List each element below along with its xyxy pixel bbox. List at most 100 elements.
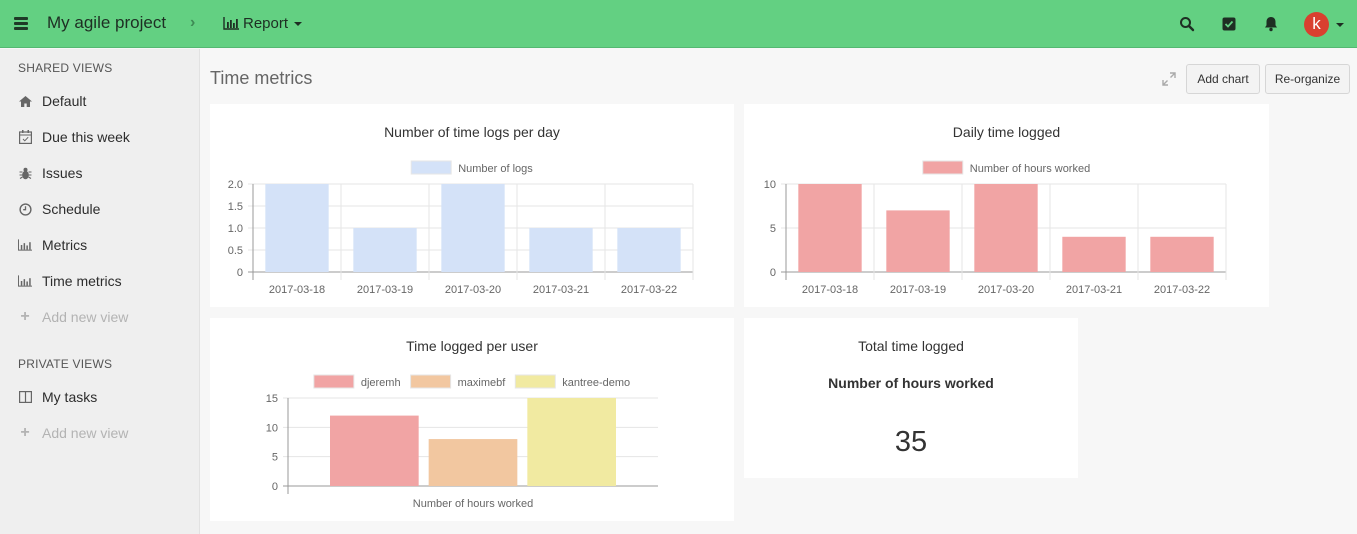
total-title: Total time logged — [858, 338, 964, 354]
legend-label: djeremh — [361, 377, 401, 389]
bell-icon[interactable] — [1261, 14, 1281, 34]
legend-swatch — [922, 160, 964, 175]
sidebar-item-time-metrics[interactable]: Time metrics — [18, 271, 122, 291]
chart-card-daily-time: Daily time logged Number of hours worked… — [744, 104, 1269, 307]
add-private-view-button[interactable]: + Add new view — [18, 423, 128, 443]
x-tick-label: 2017-03-19 — [357, 284, 413, 296]
total-value: 35 — [894, 426, 928, 458]
add-shared-view-button[interactable]: + Add new view — [18, 307, 128, 327]
sidebar-item-issues[interactable]: Issues — [18, 163, 82, 183]
y-tick-label: 0.5 — [228, 245, 243, 257]
chart-card-time-per-user: Time logged per user djeremh maximebf kant… — [210, 318, 734, 521]
bar — [617, 228, 681, 272]
daily-time-chart: Number of hours worked 0 5 10 2017-03-18 2017… — [764, 160, 1227, 296]
legend-label: kantree-demo — [562, 377, 630, 389]
shared-views-header: SHARED VIEWS — [18, 61, 113, 75]
x-tick-label: 2017-03-21 — [533, 284, 589, 296]
home-icon — [18, 94, 32, 108]
caret-down-icon[interactable] — [1336, 23, 1344, 27]
menu-icon[interactable] — [14, 17, 28, 30]
private-views-header: PRIVATE VIEWS — [18, 357, 113, 371]
sidebar-item-default[interactable]: Default — [18, 91, 86, 111]
bar — [265, 184, 329, 272]
bar — [798, 184, 862, 272]
bar — [974, 184, 1038, 272]
x-tick-label: 2017-03-18 — [269, 284, 325, 296]
bar-chart-icon — [223, 17, 239, 30]
x-tick-label: 2017-03-22 — [621, 284, 677, 296]
caret-down-icon — [294, 21, 303, 26]
sidebar-item-metrics[interactable]: Metrics — [18, 235, 87, 255]
breadcrumb-chevron-icon: › — [190, 14, 196, 31]
sidebar-item-my-tasks[interactable]: My tasks — [18, 387, 97, 407]
sidebar-item-due-this-week[interactable]: Due this week — [18, 127, 130, 147]
sidebar-item-label: Metrics — [42, 237, 88, 253]
legend-swatch — [313, 374, 355, 389]
sidebar-item-label: Time metrics — [42, 273, 122, 289]
y-tick-label: 1.0 — [228, 223, 243, 235]
total-label: Number of hours worked — [828, 375, 994, 391]
x-tick-label: 2017-03-20 — [445, 284, 501, 296]
sidebar-item-label: Issues — [42, 165, 83, 181]
time-per-user-chart: djeremh maximebf kantree-demo 0 5 10 15 Number … — [266, 374, 658, 510]
x-tick-label: Number of hours worked — [413, 498, 533, 510]
page-title: Time metrics — [210, 68, 313, 88]
expand-icon[interactable] — [1162, 72, 1176, 86]
search-icon[interactable] — [1177, 14, 1197, 34]
add-view-label: Add new view — [42, 425, 129, 441]
sidebar-item-label: Due this week — [42, 129, 130, 145]
bar — [330, 415, 419, 486]
bar-chart-icon — [18, 274, 32, 288]
y-tick-label: 10 — [266, 422, 278, 434]
bug-icon — [18, 166, 32, 180]
legend-label: maximebf — [458, 377, 507, 389]
y-tick-label: 10 — [764, 179, 776, 191]
sidebar: SHARED VIEWS Default Due this week Issue… — [0, 49, 200, 534]
report-dropdown[interactable]: Report — [223, 15, 303, 32]
y-tick-label: 0 — [272, 481, 278, 493]
y-tick-label: 1.5 — [228, 201, 243, 213]
y-tick-label: 5 — [770, 223, 776, 235]
plus-icon: + — [20, 424, 30, 441]
legend-label: Number of logs — [458, 163, 533, 175]
sidebar-item-label: Default — [42, 93, 87, 109]
y-tick-label: 0 — [770, 267, 776, 279]
bar — [1062, 236, 1126, 272]
bar — [529, 228, 593, 272]
legend-swatch — [410, 160, 452, 175]
project-title[interactable]: My agile project — [47, 13, 166, 33]
sidebar-item-schedule[interactable]: Schedule — [18, 199, 100, 219]
sidebar-item-label: Schedule — [42, 201, 101, 217]
add-view-label: Add new view — [42, 309, 129, 325]
top-bar: My agile project › Report k — [0, 0, 1357, 48]
user-avatar[interactable]: k — [1304, 12, 1329, 37]
bar — [527, 398, 616, 486]
sidebar-item-label: My tasks — [42, 389, 98, 405]
bar — [441, 184, 505, 272]
y-tick-label: 5 — [272, 452, 278, 464]
legend-label: Number of hours worked — [970, 163, 1090, 175]
x-tick-label: 2017-03-21 — [1066, 284, 1122, 296]
clock-icon — [18, 202, 32, 216]
bar — [886, 210, 950, 272]
plus-icon: + — [20, 308, 30, 325]
x-tick-label: 2017-03-19 — [890, 284, 946, 296]
chart-card-logs-per-day: Number of time logs per day Number of lo… — [210, 104, 734, 307]
x-tick-label: 2017-03-20 — [978, 284, 1034, 296]
bar — [1150, 236, 1214, 272]
legend-swatch — [410, 374, 452, 389]
bar — [428, 439, 518, 486]
calendar-check-icon — [18, 130, 32, 144]
tasks-check-icon[interactable] — [1219, 14, 1239, 34]
x-tick-label: 2017-03-18 — [802, 284, 858, 296]
logs-per-day-chart: Number of logs 0 0.5 1.0 1.5 2.0 2017-03-18 201… — [228, 160, 694, 296]
y-tick-label: 15 — [266, 393, 278, 405]
y-tick-label: 0 — [237, 267, 243, 279]
add-chart-button[interactable]: Add chart — [1186, 64, 1260, 94]
x-tick-label: 2017-03-22 — [1154, 284, 1210, 296]
reorganize-button[interactable]: Re-organize — [1265, 64, 1350, 94]
bar — [353, 228, 417, 272]
bar-chart-icon — [18, 238, 32, 252]
columns-icon — [18, 390, 32, 404]
total-time-card: Total time logged Number of hours worked… — [744, 318, 1078, 478]
